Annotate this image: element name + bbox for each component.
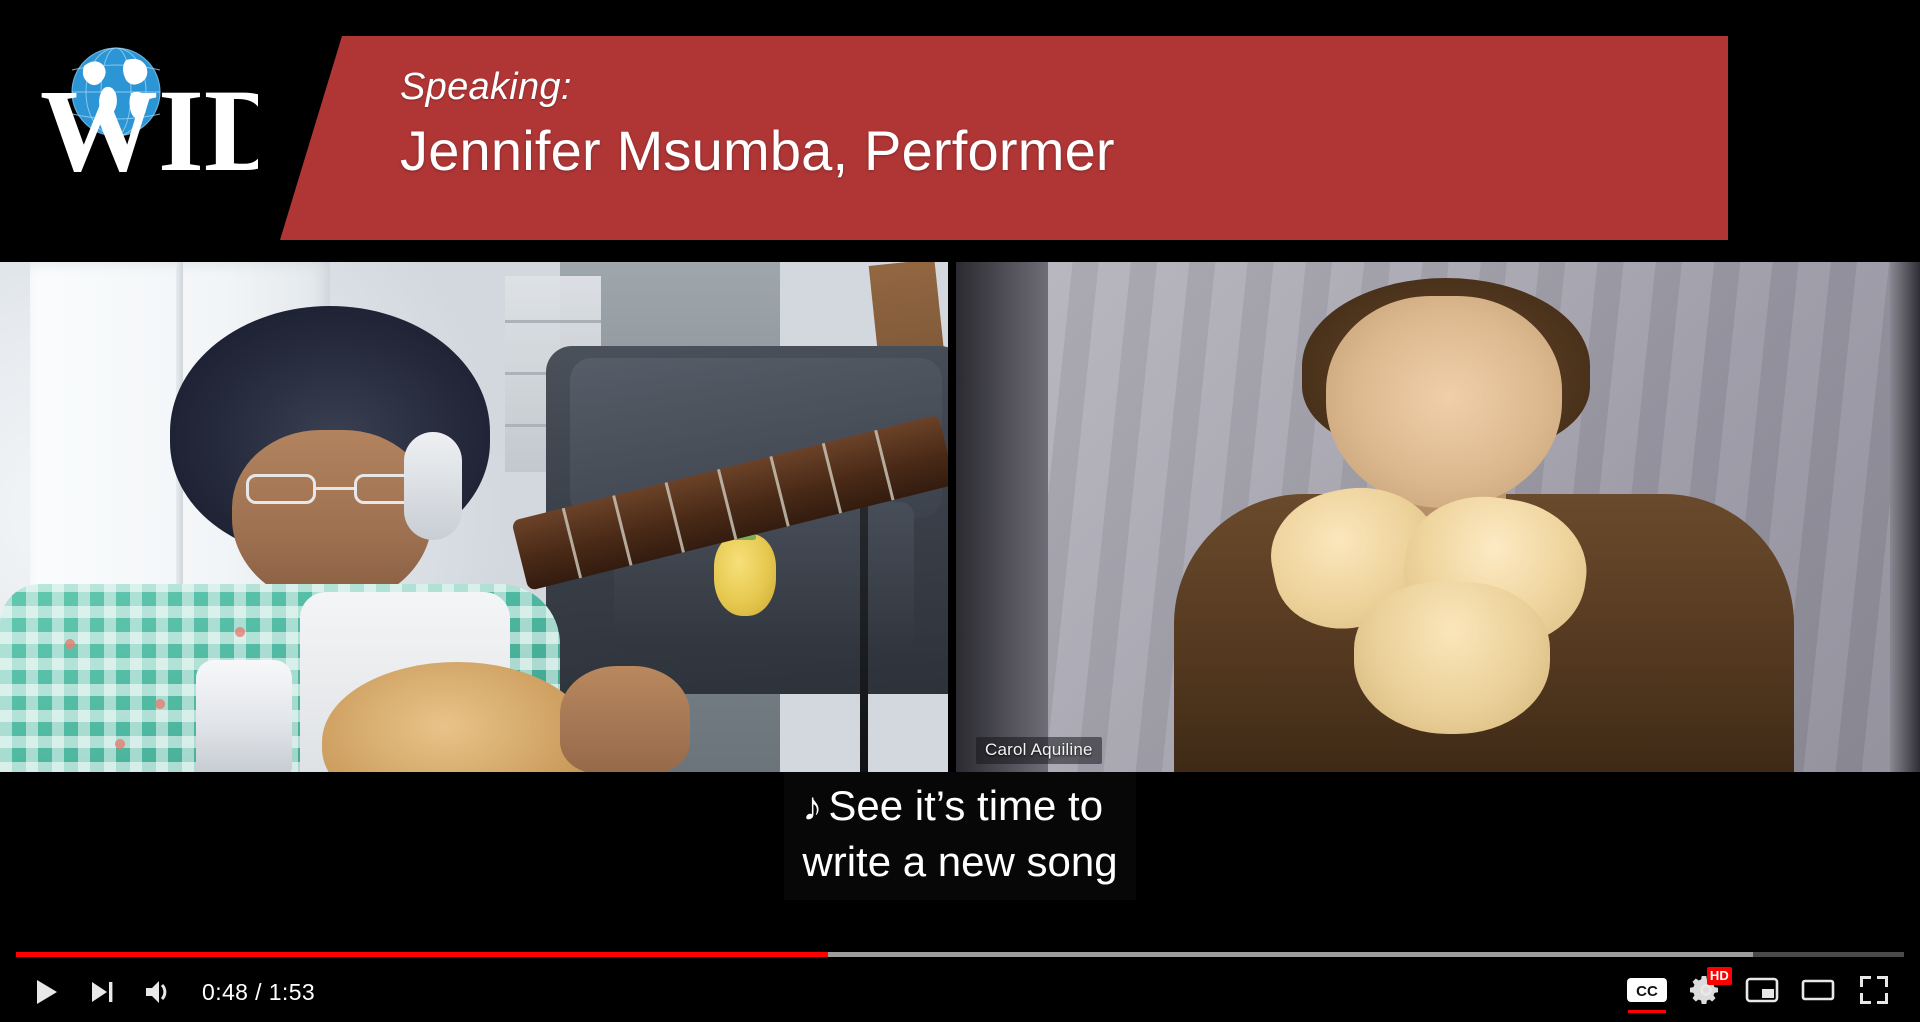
fullscreen-button[interactable] (1846, 970, 1902, 1010)
wid-logo: WID (38, 30, 258, 192)
controls-right-group: CC HD (1616, 967, 1902, 1013)
next-video-button[interactable] (74, 972, 130, 1012)
video-pane-interpreter[interactable]: Carol Aquiline (956, 262, 1920, 772)
signing-hand (1354, 582, 1550, 734)
video-player: WID Speaking: Jennifer Msumba, Performer (0, 0, 1920, 1022)
svg-text:CC: CC (1636, 983, 1658, 1000)
captions-active-indicator (1628, 1010, 1666, 1013)
caption-line-2: write a new song (802, 838, 1118, 886)
banner-text-group: Speaking: Jennifer Msumba, Performer (400, 66, 1700, 186)
speaking-label: Speaking: (400, 66, 572, 108)
music-note-icon: ♪ (802, 785, 823, 829)
wid-wordmark-text: WID (40, 65, 258, 192)
performer-scene (0, 262, 948, 772)
caption-text-1: See it’s time to (828, 782, 1104, 829)
player-controls: 0:48 / 1:53 CC HD (0, 950, 1920, 1022)
participant-name-tag: Carol Aquiline (976, 737, 1102, 764)
play-button[interactable] (18, 972, 74, 1012)
caption-line-1: ♪ See it’s time to (802, 778, 1117, 834)
eyeglasses (246, 474, 424, 504)
volume-button[interactable] (130, 972, 186, 1012)
progress-bar[interactable] (16, 952, 1904, 957)
video-pane-performer[interactable] (0, 262, 948, 772)
speaker-banner: WID Speaking: Jennifer Msumba, Performer (0, 0, 1920, 262)
speaker-name: Jennifer Msumba, Performer (400, 118, 1115, 182)
quality-badge: HD (1706, 967, 1732, 985)
captions-button[interactable]: CC (1616, 970, 1678, 1013)
caption-overlay: ♪ See it’s time to write a new song (0, 772, 1920, 932)
theater-mode-button[interactable] (1790, 970, 1846, 1010)
settings-button[interactable]: HD (1678, 967, 1734, 1010)
controls-left-group: 0:48 / 1:53 (18, 972, 315, 1012)
time-display: 0:48 / 1:53 (202, 978, 316, 1005)
video-grid: Carol Aquiline (0, 262, 1920, 772)
caption-box: ♪ See it’s time to write a new song (784, 772, 1136, 901)
progress-played (16, 952, 828, 957)
miniplayer-button[interactable] (1734, 970, 1790, 1010)
pineapple-pillow (714, 516, 776, 616)
interpreter-scene (956, 262, 1920, 772)
microphone (196, 660, 292, 772)
